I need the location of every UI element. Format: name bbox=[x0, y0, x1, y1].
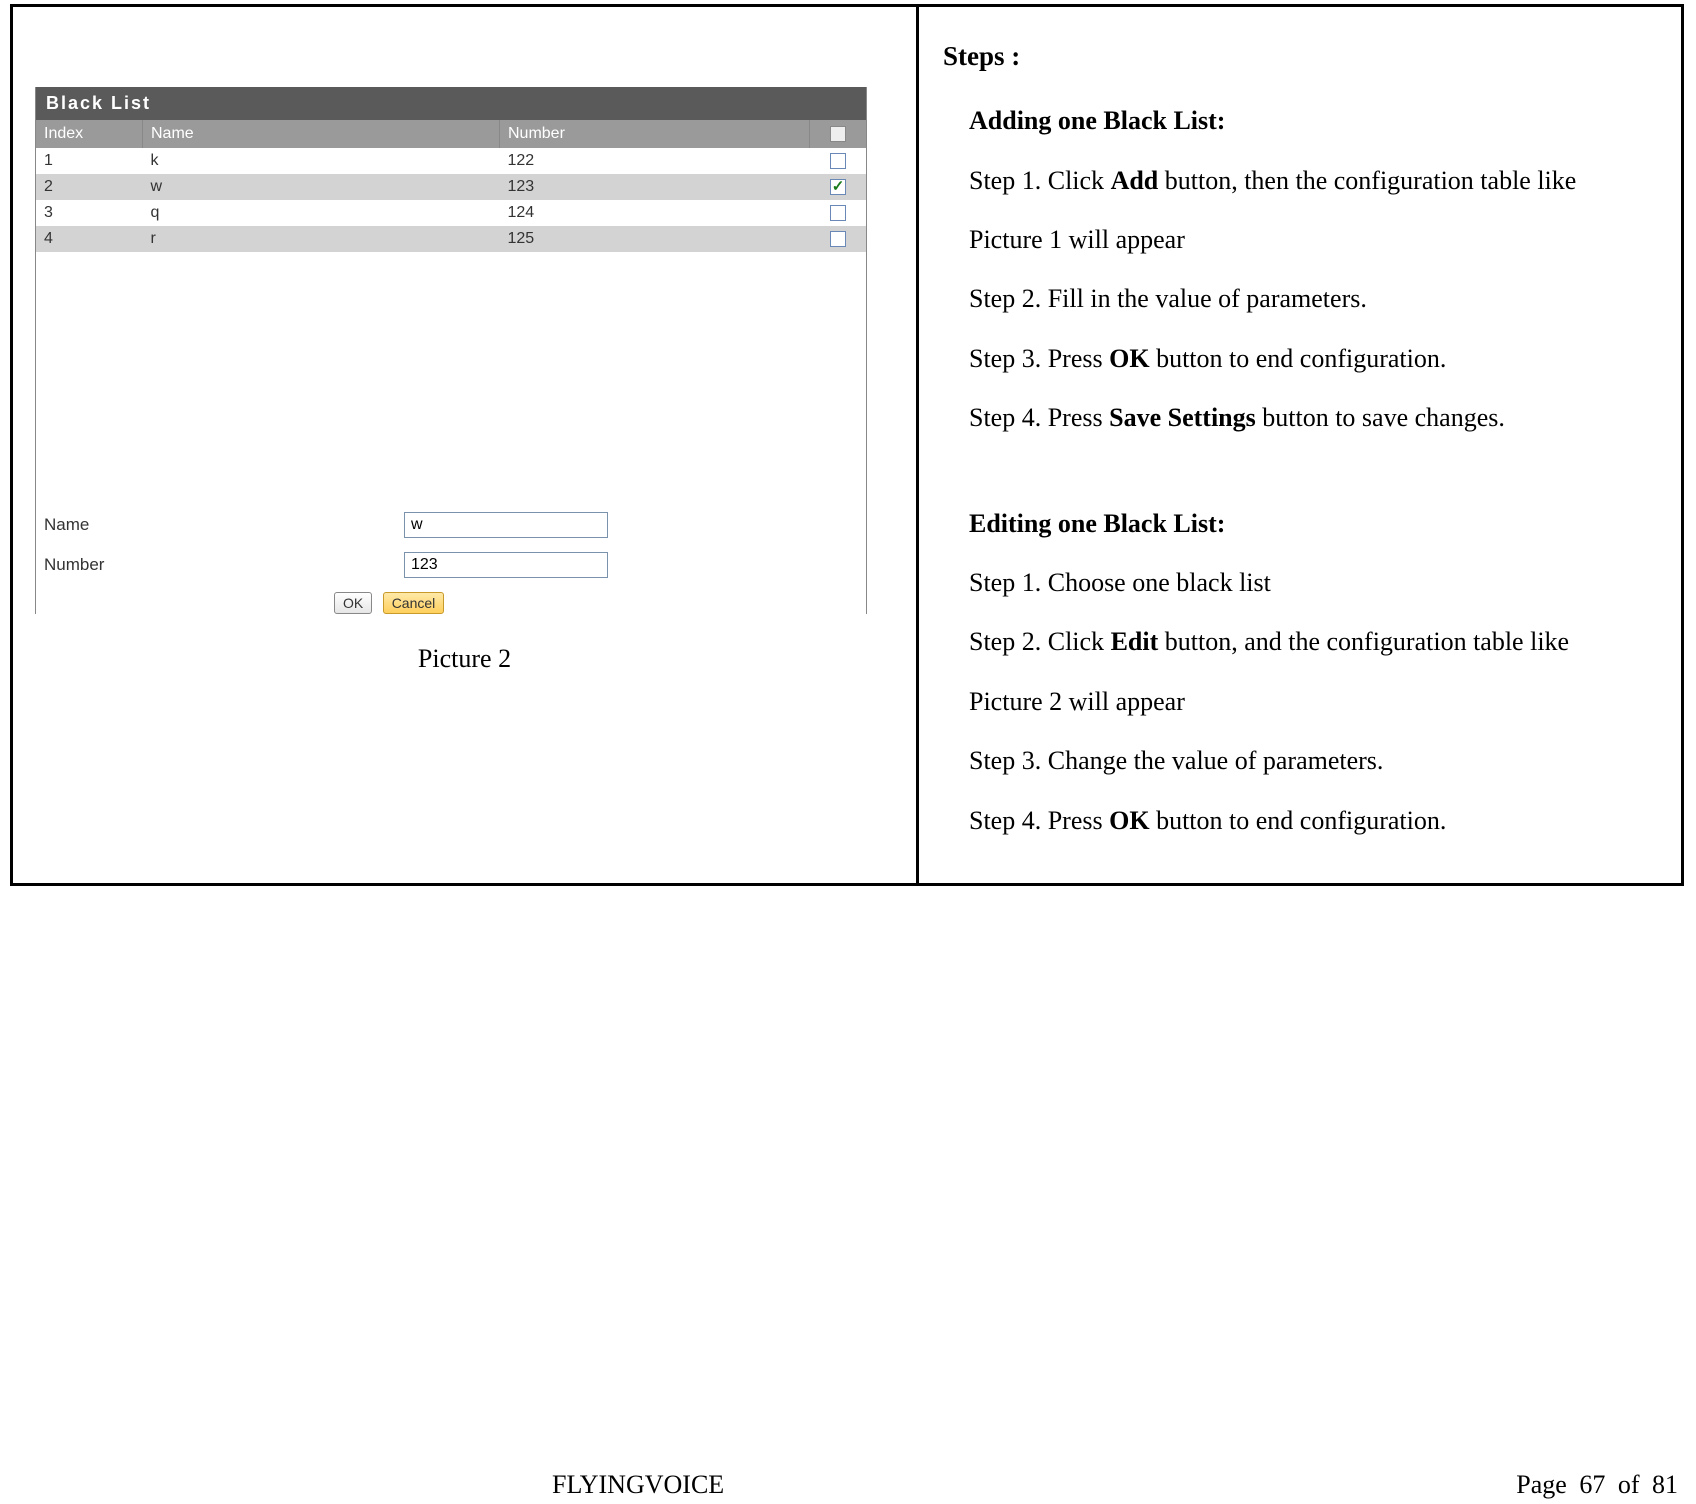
edit-form: Name Number OK Cancel bbox=[36, 512, 866, 614]
cell-index: 3 bbox=[36, 200, 143, 226]
blacklist-table: Index Name Number 1 k 122 bbox=[36, 120, 866, 252]
picture-caption: Picture 2 bbox=[33, 644, 896, 674]
left-column: Black List Index Name Number 1 k bbox=[13, 7, 919, 883]
table-row: 4 r 125 bbox=[36, 226, 866, 252]
add-step-1-cont: Picture 1 will appear bbox=[969, 215, 1663, 264]
edit-step-1: Step 1. Choose one black list bbox=[969, 558, 1663, 607]
panel-title: Black List bbox=[36, 87, 866, 120]
row-checkbox[interactable] bbox=[830, 205, 846, 221]
name-input[interactable] bbox=[404, 512, 608, 538]
add-step-1: Step 1. Click Add button, then the confi… bbox=[969, 156, 1663, 205]
table-row: 1 k 122 bbox=[36, 148, 866, 174]
content-box: Black List Index Name Number 1 k bbox=[10, 4, 1684, 886]
right-column: Steps : Adding one Black List: Step 1. C… bbox=[919, 7, 1681, 883]
cell-index: 4 bbox=[36, 226, 143, 252]
number-label: Number bbox=[44, 555, 404, 575]
footer-brand: FLYINGVOICE bbox=[552, 1470, 724, 1500]
select-all-checkbox[interactable] bbox=[830, 126, 846, 142]
cell-number: 122 bbox=[500, 148, 810, 174]
edit-step-4: Step 4. Press OK button to end configura… bbox=[969, 796, 1663, 845]
cell-name: w bbox=[143, 174, 500, 200]
row-checkbox[interactable] bbox=[830, 231, 846, 247]
cell-index: 2 bbox=[36, 174, 143, 200]
blacklist-panel: Black List Index Name Number 1 k bbox=[35, 87, 867, 614]
footer-pageno: Page 67 of 81 bbox=[1516, 1470, 1678, 1500]
col-select bbox=[810, 120, 867, 148]
cell-name: k bbox=[143, 148, 500, 174]
edit-step-2: Step 2. Click Edit button, and the confi… bbox=[969, 617, 1663, 666]
table-row: 2 w 123 bbox=[36, 174, 866, 200]
row-checkbox[interactable] bbox=[830, 153, 846, 169]
steps-heading: Steps : bbox=[943, 31, 1663, 82]
edit-step-2-cont: Picture 2 will appear bbox=[969, 677, 1663, 726]
cell-name: q bbox=[143, 200, 500, 226]
col-index: Index bbox=[36, 120, 143, 148]
cell-name: r bbox=[143, 226, 500, 252]
cell-number: 124 bbox=[500, 200, 810, 226]
add-step-4: Step 4. Press Save Settings button to sa… bbox=[969, 393, 1663, 442]
add-step-2: Step 2. Fill in the value of parameters. bbox=[969, 274, 1663, 323]
table-row: 3 q 124 bbox=[36, 200, 866, 226]
cancel-button[interactable]: Cancel bbox=[383, 592, 445, 614]
number-input[interactable] bbox=[404, 552, 608, 578]
col-name: Name bbox=[143, 120, 500, 148]
name-label: Name bbox=[44, 515, 404, 535]
edit-subheading: Editing one Black List: bbox=[969, 499, 1663, 548]
row-checkbox[interactable] bbox=[830, 179, 846, 195]
col-number: Number bbox=[500, 120, 810, 148]
add-subheading: Adding one Black List: bbox=[969, 96, 1663, 145]
cell-index: 1 bbox=[36, 148, 143, 174]
add-step-3: Step 3. Press OK button to end configura… bbox=[969, 334, 1663, 383]
cell-number: 125 bbox=[500, 226, 810, 252]
edit-step-3: Step 3. Change the value of parameters. bbox=[969, 736, 1663, 785]
table-header-row: Index Name Number bbox=[36, 120, 866, 148]
cell-number: 123 bbox=[500, 174, 810, 200]
ok-button[interactable]: OK bbox=[334, 592, 372, 614]
